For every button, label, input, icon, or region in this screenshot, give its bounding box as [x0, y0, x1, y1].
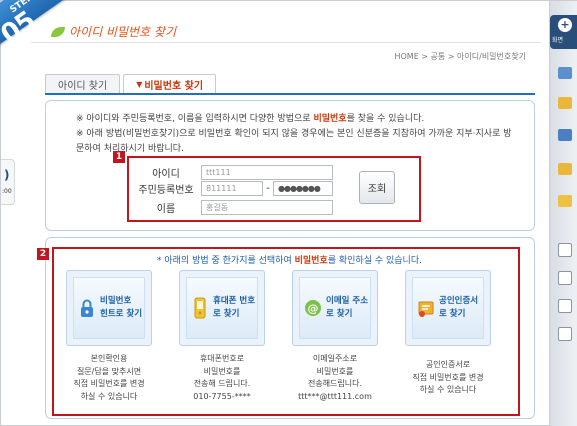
form-row-id: 아이디 ttt111: [131, 165, 333, 180]
title-divider: [31, 42, 541, 43]
method-card-hint-inner: 비밀번호 힌트로 찾기: [73, 277, 145, 339]
method-card-certificate-label-2: 로 찾기: [439, 309, 466, 319]
method-hint-desc-4: 하실 수 있습니다: [80, 391, 138, 401]
method-card-email-inner: @ 이메일 주소 로 찾기: [299, 277, 371, 339]
rrn-front-input[interactable]: 811111: [201, 181, 263, 196]
page-title: 아이디 비밀번호 찾기: [69, 25, 176, 39]
method-phone-desc-1: 휴대폰번호로: [199, 354, 245, 363]
method-certificate-desc-3: 하실 수 있습니다: [419, 385, 477, 394]
instruction-pre: * 아래의 방법 중 한가지를 선택하여: [157, 256, 295, 266]
method-hint-desc-3: 직접 비밀번호를 변경: [73, 379, 145, 388]
sidebar-folder-icon[interactable]: [558, 97, 572, 109]
tab-bar: 아이디 찾기 ▼ 비밀번호 찾기: [45, 74, 219, 93]
method-hint-desc-1: 본인확인용: [90, 354, 128, 363]
name-label: 이름: [156, 204, 176, 215]
leaf-icon: [51, 26, 65, 37]
sidebar-grid-icon[interactable]: [558, 67, 572, 79]
method-card-hint[interactable]: 비밀번호 힌트로 찾기: [66, 270, 152, 346]
method-card-email-label-2: 로 찾기: [326, 309, 353, 319]
method-email-desc-3: 전송해드립니다.: [307, 379, 363, 388]
tab-underline: [45, 93, 535, 95]
method-card-certificate-inner: 공인인증서 로 찾기: [412, 277, 484, 339]
sidebar-add-button[interactable]: + 화면: [550, 15, 577, 49]
lock-icon: [78, 297, 96, 319]
notice-text: ※ 아이디와 주민등록번호, 이름을 입력하시면 다양한 방법으로 비밀번호를 …: [76, 112, 516, 157]
left-side-tab[interactable]: ) :00: [1, 159, 15, 205]
mobile-phone-icon: [191, 297, 209, 319]
method-card-email-label: 이메일 주소 로 찾기: [326, 295, 368, 321]
method-phone-desc-4: 010-7755-****: [193, 391, 251, 401]
right-sidebar: [549, 1, 577, 426]
method-email-description: 이메일주소로 비밀번호를 전송해드립니다. ttt***@ttt111.com: [280, 353, 390, 403]
rrn-back-input[interactable]: ●●●●●●●: [273, 181, 333, 196]
notice-line-1-em: 비밀번호: [313, 114, 347, 124]
notice-line-1-post: 를 찾을 수 있습니다.: [346, 114, 425, 124]
sidebar-print-icon[interactable]: [558, 299, 572, 313]
sidebar-copy-icon[interactable]: [558, 243, 572, 257]
method-card-hint-label-1: 비밀번호: [100, 296, 132, 306]
left-side-tab-symbol: ): [4, 168, 10, 182]
sidebar-page-icon[interactable]: [558, 271, 572, 285]
sidebar-key-icon[interactable]: [558, 195, 572, 207]
rrn-dash: -: [266, 183, 270, 194]
methods-instruction: * 아래의 방법 중 한가지를 선택하여 비밀번호를 확인하실 수 있습니다.: [1, 253, 577, 266]
method-card-email[interactable]: @ 이메일 주소 로 찾기: [292, 270, 378, 346]
left-side-tab-text: :00: [2, 188, 12, 195]
page-frame: STEP 05 아이디 비밀번호 찾기 HOME > 공통 > 아이디/비밀번호…: [0, 0, 577, 426]
sidebar-document-icon[interactable]: [558, 129, 572, 141]
tab-find-id-label: 아이디 찾기: [58, 80, 108, 92]
method-card-certificate[interactable]: 공인인증서 로 찾기: [405, 270, 491, 346]
method-card-email-label-1: 이메일 주소: [326, 296, 369, 306]
method-phone-desc-2: 비밀번호를: [203, 366, 241, 376]
tab-find-password-label: 비밀번호 찾기: [144, 80, 204, 92]
method-certificate-desc-2: 직접 비밀번호를 변경: [412, 372, 484, 382]
breadcrumb: HOME > 공통 > 아이디/비밀번호찾기: [394, 52, 526, 61]
notice-line-2: ※ 아래 방법(비밀번호찾기)으로 비밀번호 확인이 되지 않을 경우에는 본인…: [76, 129, 512, 154]
email-at-icon: @: [304, 297, 322, 319]
id-label: 아이디: [152, 169, 180, 180]
method-hint-desc-2: 질문/답을 맞추시면: [76, 366, 142, 376]
method-email-desc-4: ttt***@ttt111.com: [298, 391, 372, 401]
rrn-label: 주민등록번호: [138, 185, 194, 196]
method-card-phone-label-1: 휴대폰 번호: [213, 296, 256, 306]
method-hint-description: 본인확인용 질문/답을 맞추시면 직접 비밀번호를 변경 하실 수 있습니다: [54, 353, 164, 403]
method-card-phone-label-2: 로 찾기: [213, 309, 240, 319]
method-phone-description: 휴대폰번호로 비밀번호를 전송해 드립니다. 010-7755-****: [167, 353, 277, 403]
tab-find-password[interactable]: ▼ 비밀번호 찾기: [123, 74, 217, 93]
title-row: 아이디 비밀번호 찾기: [51, 23, 176, 40]
method-email-desc-2: 비밀번호를: [316, 366, 354, 376]
notice-line-1: ※ 아이디와 주민등록번호, 이름을 입력하시면 다양한 방법으로 비밀번호를 …: [76, 112, 516, 127]
method-card-phone-label: 휴대폰 번호 로 찾기: [213, 295, 255, 321]
tab-find-id[interactable]: 아이디 찾기: [45, 74, 121, 93]
name-input[interactable]: 홍길동: [201, 200, 333, 215]
form-row-name: 이름 홍길동: [131, 200, 333, 215]
method-certificate-desc-1: 공인인증서로: [425, 360, 471, 369]
instruction-post: 를 확인하실 수 있습니다.: [327, 256, 422, 266]
badge-one: 1: [113, 151, 125, 163]
tab-arrow-icon: ▼: [136, 79, 143, 89]
method-card-hint-label-2: 힌트로 찾기: [100, 309, 143, 319]
method-email-desc-1: 이메일주소로: [312, 354, 358, 363]
id-input[interactable]: ttt111: [201, 165, 333, 180]
method-card-certificate-label-1: 공인인증서: [439, 296, 479, 306]
notice-line-1-pre: ※ 아이디와 주민등록번호, 이름을 입력하시면 다양한 방법으로: [76, 114, 314, 124]
method-card-phone[interactable]: 휴대폰 번호 로 찾기: [179, 270, 265, 346]
sidebar-top-label: 화면: [552, 37, 564, 44]
method-phone-desc-3: 전송해 드립니다.: [193, 379, 251, 388]
plus-icon: +: [558, 18, 572, 32]
certificate-icon: [417, 297, 435, 319]
method-certificate-description: 공인인증서로 직접 비밀번호를 변경 하실 수 있습니다: [393, 359, 503, 397]
method-card-phone-inner: 휴대폰 번호 로 찾기: [186, 277, 258, 339]
sidebar-mail-icon[interactable]: [558, 163, 572, 175]
search-button[interactable]: 조회: [359, 171, 395, 204]
method-card-certificate-label: 공인인증서 로 찾기: [439, 295, 478, 321]
svg-text:@: @: [308, 302, 319, 315]
method-card-hint-label: 비밀번호 힌트로 찾기: [100, 295, 142, 321]
form-row-rrn: 주민등록번호 811111 - ●●●●●●●: [131, 181, 333, 196]
instruction-em: 비밀번호: [294, 256, 328, 266]
sidebar-help-icon[interactable]: [558, 327, 572, 341]
